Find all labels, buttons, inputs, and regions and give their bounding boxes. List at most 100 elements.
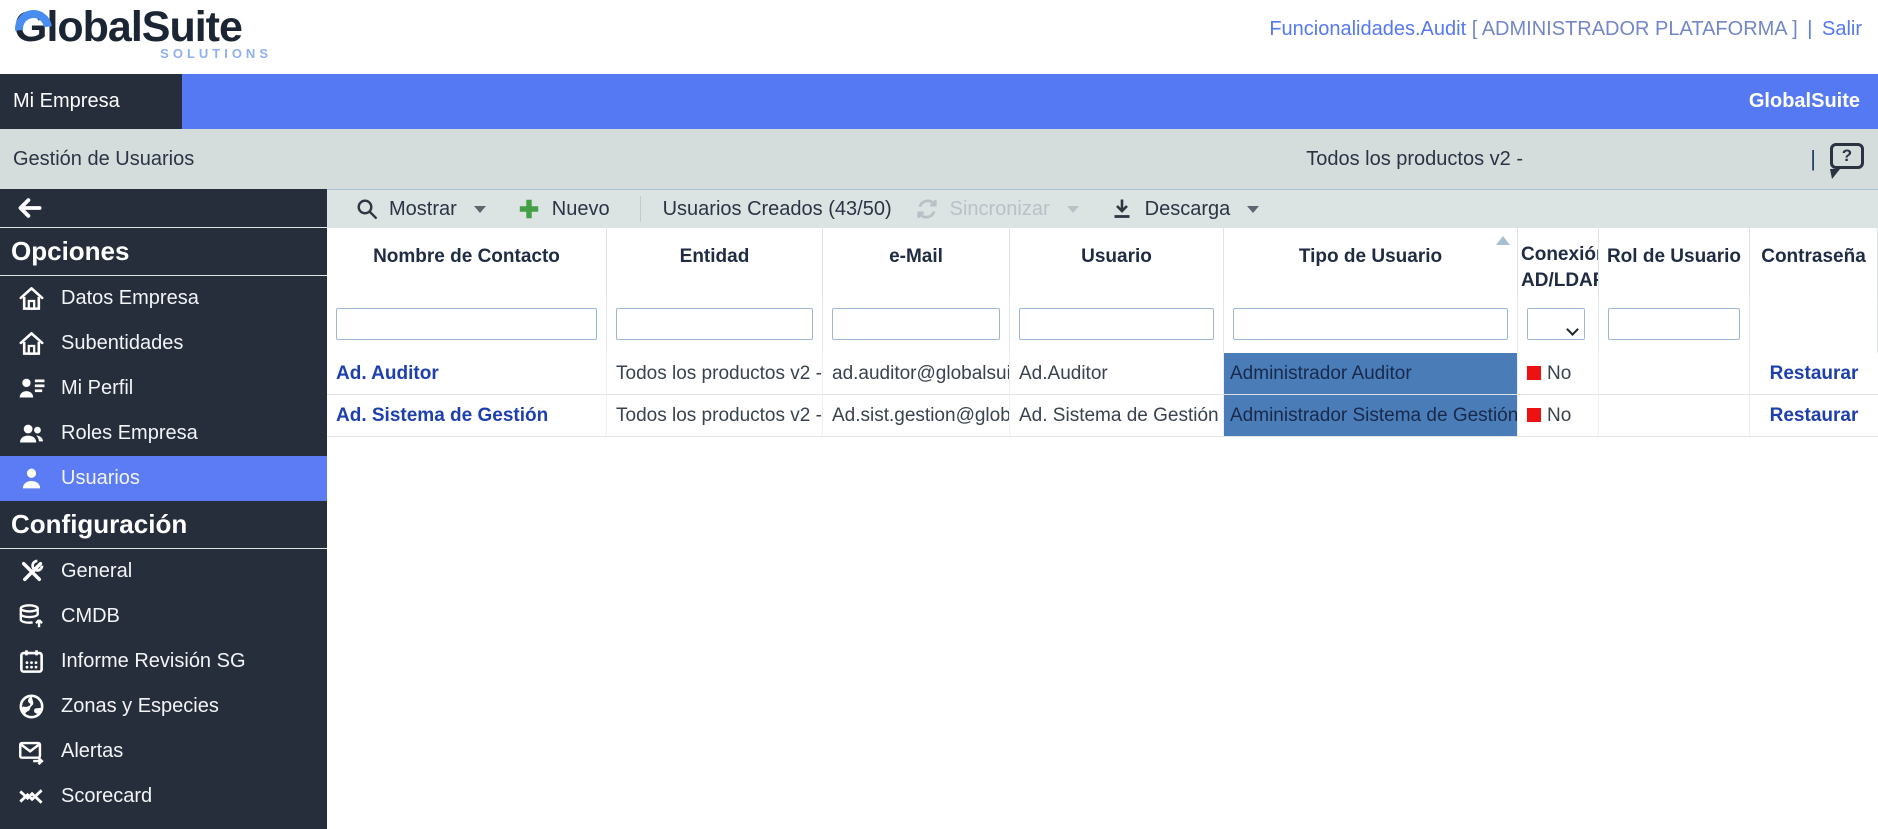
cell-user: Ad. Sistema de Gestión — [1010, 395, 1224, 437]
sidebar-item-label: Zonas y Especies — [61, 695, 219, 718]
download-icon — [1109, 197, 1136, 221]
tools-icon — [18, 558, 45, 585]
home-icon — [18, 330, 45, 357]
help-bubble-icon[interactable]: ? — [1830, 143, 1864, 169]
column-header-user-type[interactable]: Tipo de Usuario — [1224, 228, 1518, 300]
product-context-label: Todos los productos v2 - — [1306, 148, 1523, 171]
sync-button[interactable]: Sincronizar — [914, 196, 1079, 222]
account-separator: | — [1803, 18, 1816, 40]
filter-input-user[interactable] — [1019, 308, 1214, 340]
cell-role — [1599, 395, 1750, 437]
top-header: GlobalSuite SOLUTIONS Funcionalidades.Au… — [0, 0, 1878, 74]
column-header-ad-ldap[interactable]: Conexión AD/LDAP — [1518, 228, 1599, 300]
sort-asc-icon — [1496, 236, 1510, 245]
globe-icon — [18, 693, 45, 720]
sidebar-item-label: Alertas — [61, 740, 123, 763]
filter-input-entity[interactable] — [616, 308, 813, 340]
sidebar-item-alertas[interactable]: Alertas — [0, 729, 327, 774]
cell-user-type: Administrador Auditor — [1224, 353, 1518, 395]
new-label: Nuevo — [552, 198, 610, 221]
sidebar-item-label: Datos Empresa — [61, 287, 199, 310]
sidebar-item-subentidades[interactable]: Subentidades — [0, 321, 327, 366]
sync-label: Sincronizar — [950, 198, 1050, 221]
sidebar-section-opciones: Opciones — [0, 228, 327, 276]
users-created-count: Usuarios Creados (43/50) — [663, 198, 892, 221]
sidebar-item-label: Mi Perfil — [61, 377, 133, 400]
filter-cell-ad-ldap — [1518, 300, 1599, 353]
cell-password: Restaurar — [1750, 395, 1878, 437]
column-header-user[interactable]: Usuario — [1010, 228, 1224, 300]
sidebar-item-label: Informe Revisión SG — [61, 650, 246, 673]
page-bar-separator: | — [1810, 146, 1816, 172]
trend-lines-icon — [18, 783, 45, 810]
column-header-contact[interactable]: Nombre de Contacto — [327, 228, 607, 300]
globalsuite-logo: GlobalSuite SOLUTIONS — [14, 4, 314, 61]
logout-link[interactable]: Salir — [1822, 18, 1862, 40]
sidebar-item-roles-empresa[interactable]: Roles Empresa — [0, 411, 327, 456]
show-button[interactable]: Mostrar — [353, 197, 486, 221]
show-label: Mostrar — [389, 198, 457, 221]
platform-role-label: [ ADMINISTRADOR PLATAFORMA ] — [1472, 18, 1798, 40]
filter-input-role[interactable] — [1608, 308, 1740, 340]
sidebar-item-cmdb[interactable]: CMDB — [0, 594, 327, 639]
cell-contact-link[interactable]: Ad. Auditor — [327, 353, 607, 395]
filter-input-user-type[interactable] — [1233, 308, 1508, 340]
download-label: Descarga — [1145, 198, 1231, 221]
cell-user-type: Administrador Sistema de Gestión — [1224, 395, 1518, 437]
filter-select-ad-ldap[interactable] — [1527, 308, 1585, 340]
sidebar-item-usuarios[interactable]: Usuarios — [0, 456, 327, 501]
filter-input-contact[interactable] — [336, 308, 597, 340]
column-header-email[interactable]: e-Mail — [823, 228, 1010, 300]
column-header-user-type-label: Tipo de Usuario — [1299, 246, 1442, 267]
filter-input-email[interactable] — [832, 308, 1000, 340]
filter-cell-user — [1010, 300, 1224, 353]
functionality-link[interactable]: Funcionalidades.Audit — [1269, 18, 1466, 40]
column-header-entity[interactable]: Entidad — [607, 228, 823, 300]
sidebar-item-informe-revision-sg[interactable]: Informe Revisión SG — [0, 639, 327, 684]
sidebar-item-zonas-y-especies[interactable]: Zonas y Especies — [0, 684, 327, 729]
page-title: Gestión de Usuarios — [0, 148, 194, 171]
cell-contact-link[interactable]: Ad. Sistema de Gestión — [327, 395, 607, 437]
tab-mi-empresa[interactable]: Mi Empresa — [0, 74, 182, 129]
column-header-password[interactable]: Contraseña — [1750, 228, 1878, 300]
arrow-left-icon — [16, 193, 43, 223]
search-icon — [353, 197, 380, 221]
cell-entity: Todos los productos v2 - — [607, 353, 823, 395]
profile-card-icon — [18, 375, 45, 402]
restore-password-link[interactable]: Restaurar — [1770, 405, 1859, 426]
sidebar-item-label: Scorecard — [61, 785, 152, 808]
sidebar-item-mi-perfil[interactable]: Mi Perfil — [0, 366, 327, 411]
restore-password-link[interactable]: Restaurar — [1770, 363, 1859, 384]
people-icon — [18, 420, 45, 447]
chevron-down-icon — [1247, 206, 1259, 213]
sidebar-item-scorecard[interactable]: Scorecard — [0, 774, 327, 819]
user-icon — [18, 465, 45, 492]
chevron-down-icon — [474, 206, 486, 213]
new-user-button[interactable]: Nuevo — [516, 196, 610, 222]
sidebar-section-configuracion: Configuración — [0, 501, 327, 549]
cell-email: Ad.sist.gestion@globa — [823, 395, 1010, 437]
calendar-icon — [18, 648, 45, 675]
sidebar-item-label: Roles Empresa — [61, 422, 198, 445]
home-icon — [18, 285, 45, 312]
primary-nav-bar: Mi Empresa GlobalSuite — [0, 74, 1878, 129]
mail-arrow-icon — [18, 738, 45, 765]
column-header-role[interactable]: Rol de Usuario — [1599, 228, 1750, 300]
ad-ldap-value: No — [1547, 405, 1571, 426]
sidebar-item-label: Subentidades — [61, 332, 183, 355]
cell-user: Ad.Auditor — [1010, 353, 1224, 395]
filter-cell-entity — [607, 300, 823, 353]
cell-entity: Todos los productos v2 - — [607, 395, 823, 437]
sidebar-item-datos-empresa[interactable]: Datos Empresa — [0, 276, 327, 321]
sidebar-item-label: General — [61, 560, 132, 583]
sidebar-item-general[interactable]: General — [0, 549, 327, 594]
filter-cell-password — [1750, 300, 1878, 353]
toolbar: Mostrar Nuevo Usuarios Creados (43/50) S… — [327, 189, 1878, 228]
status-red-icon — [1527, 366, 1541, 380]
status-red-icon — [1527, 408, 1541, 422]
sidebar-collapse-button[interactable] — [0, 189, 327, 228]
cell-ad-ldap: No — [1518, 395, 1599, 437]
sidebar: Opciones Datos Empresa Subentidades Mi P… — [0, 189, 327, 829]
toolbar-divider — [640, 196, 641, 222]
download-button[interactable]: Descarga — [1109, 197, 1260, 221]
